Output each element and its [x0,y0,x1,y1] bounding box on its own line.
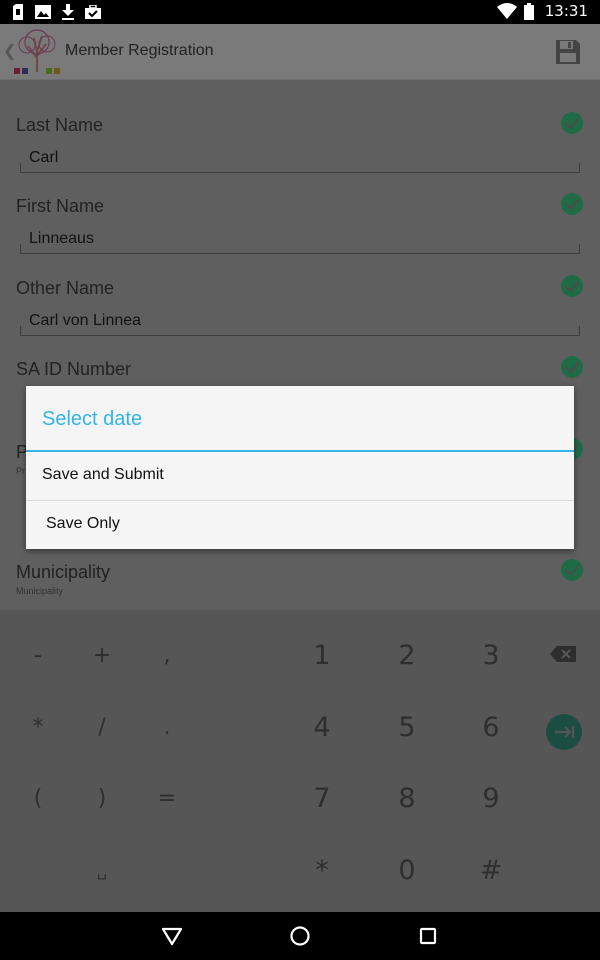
option-label: Save Only [46,515,120,532]
next-icon[interactable] [546,714,582,750]
save-and-submit-option[interactable]: Save and Submit [26,452,574,500]
save-icon[interactable] [555,39,581,65]
input-underline [20,163,580,173]
wifi-icon [496,2,517,20]
key-close-paren[interactable]: ) [72,778,132,818]
home-circle-icon[interactable] [287,924,313,948]
select-date-dialog: Select date Save and Submit Save Only [26,386,574,549]
navigation-bar [0,912,600,960]
key-2[interactable]: 2 [377,635,437,675]
check-icon [561,193,583,215]
recents-square-icon[interactable] [415,924,441,948]
dialog-title: Select date [42,408,143,430]
key-divide[interactable]: / [72,707,132,747]
field-label-first-name: First Name [16,196,105,216]
check-icon [561,112,583,134]
check-icon [561,275,583,297]
battery-icon [523,2,535,20]
key-period[interactable]: . [137,707,197,747]
key-space[interactable]: ␣ [72,850,132,890]
briefcase-icon [85,3,101,21]
option-label: Save and Submit [42,466,164,483]
key-9[interactable]: 9 [461,778,521,818]
key-3[interactable]: 3 [461,635,521,675]
key-minus[interactable]: - [8,635,68,675]
key-4[interactable]: 4 [292,707,352,747]
key-6[interactable]: 6 [461,707,521,747]
input-underline [20,326,580,336]
download-icon [60,3,76,21]
key-0[interactable]: 0 [377,850,437,890]
key-star[interactable]: * [292,850,352,890]
key-comma[interactable]: , [137,635,197,675]
field-label-municipality: Municipality [16,562,111,582]
field-label-sa-id-number: SA ID Number [16,359,132,379]
check-icon [561,356,583,378]
check-icon [561,559,583,581]
municipality-hint: Municipality [16,586,64,596]
sim-icon [10,3,26,21]
key-5[interactable]: 5 [377,707,437,747]
backspace-icon[interactable] [549,645,577,663]
key-open-paren[interactable]: ( [8,778,68,818]
save-only-option[interactable]: Save Only [26,501,574,549]
page-title: Member Registration [65,42,214,59]
field-label-last-name: Last Name [16,115,104,135]
key-7[interactable]: 7 [292,778,352,818]
input-underline [20,244,580,254]
clock: 13:31 [544,2,588,20]
key-1[interactable]: 1 [292,635,352,675]
key-plus[interactable]: + [72,635,132,675]
back-triangle-icon[interactable] [159,924,185,948]
key-multiply[interactable]: * [8,707,68,747]
key-8[interactable]: 8 [377,778,437,818]
field-label-other-name: Other Name [16,278,115,298]
status-bar: 13:31 [0,0,600,24]
numeric-keyboard: - + , 1 2 3 * / . 4 5 6 ( ) = 7 8 9 ␣ * … [0,610,600,912]
key-hash[interactable]: # [461,850,521,890]
key-equals[interactable]: = [137,778,197,818]
tree-logo-icon[interactable] [12,28,62,76]
app-bar: ❮ Member Registration [0,24,600,80]
image-icon [35,3,51,21]
field-hint: Pr [16,466,25,476]
